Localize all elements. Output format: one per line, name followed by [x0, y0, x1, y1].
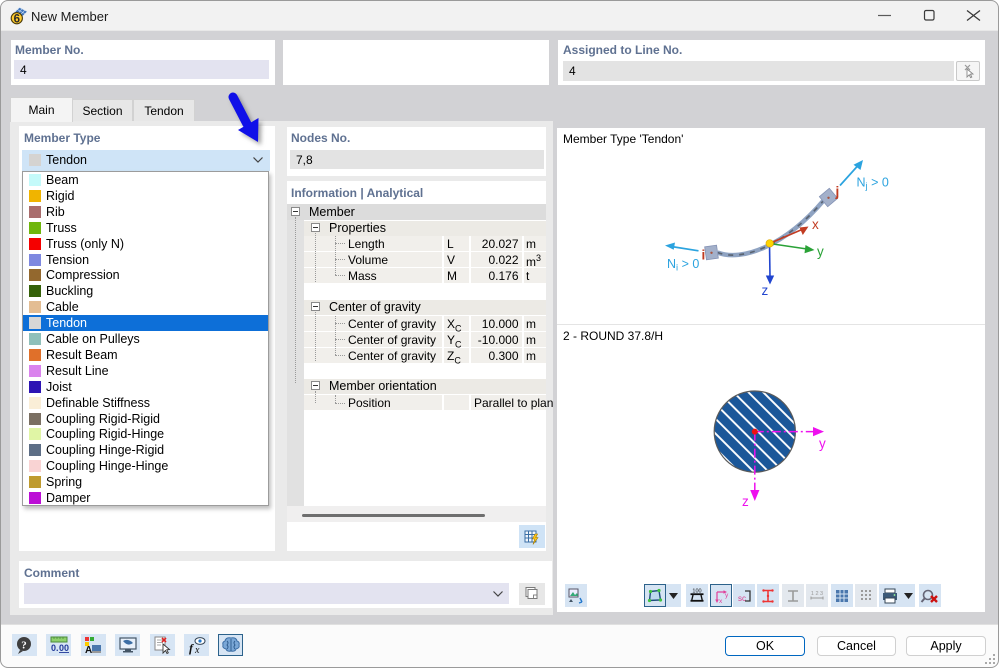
- svg-text:j: j: [835, 184, 840, 199]
- svg-text:y: y: [817, 244, 824, 259]
- svg-text:f: f: [189, 641, 194, 655]
- svg-text:x: x: [812, 217, 819, 232]
- svg-text:sc: sc: [738, 594, 746, 603]
- svg-text:A: A: [85, 645, 92, 655]
- svg-text:00: 00: [59, 643, 69, 653]
- svg-text:i: i: [702, 248, 706, 263]
- svg-text:0.: 0.: [51, 643, 59, 653]
- svg-text:x: x: [719, 598, 723, 605]
- svg-text:x: x: [194, 645, 200, 655]
- svg-text:y: y: [819, 436, 826, 451]
- svg-text:z: z: [742, 494, 749, 509]
- svg-text:6: 6: [14, 13, 20, 25]
- svg-text:Ni > 0: Ni > 0: [667, 257, 699, 274]
- svg-text:Nj > 0: Nj > 0: [857, 176, 889, 193]
- svg-text:z: z: [762, 283, 769, 298]
- svg-text:1 2 3: 1 2 3: [811, 591, 823, 597]
- svg-text:y: y: [725, 592, 729, 599]
- svg-text:?: ?: [21, 640, 27, 652]
